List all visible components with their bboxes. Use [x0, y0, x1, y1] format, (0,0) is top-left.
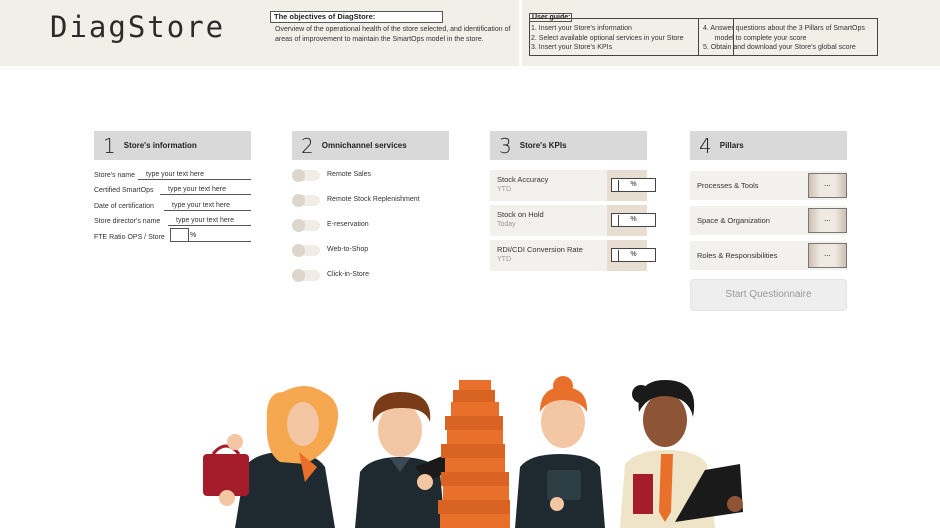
kpi-period: YTD [497, 256, 511, 263]
fte-ratio-row: FTE Ratio OPS / Store % [94, 228, 252, 244]
guide-step: 4. Answer questions about the 3 Pillars … [703, 25, 865, 32]
kpi-field-bg: % [607, 205, 656, 236]
service-toggle-click-in-store[interactable]: Click-in-Store [292, 269, 442, 283]
staff-person-laptop-icon [620, 380, 743, 528]
toggle-knob [292, 244, 305, 257]
kpi-conversion-rate: RDI/CDI Conversion Rate YTD % [490, 240, 656, 271]
service-label: Click-in-Store [327, 271, 370, 278]
pillar-roles-responsibilities: Roles & Responsibilities ... [690, 241, 847, 270]
certification-date-input[interactable]: type your text here [164, 201, 251, 211]
pillar-space-organization: Space & Organization ... [690, 206, 847, 235]
toggle-knob [292, 219, 305, 232]
staff-person-bag-icon [203, 386, 339, 528]
cursor-bar [618, 215, 619, 226]
toggle-switch[interactable] [292, 244, 320, 257]
kpi-stock-on-hold-input[interactable]: % [611, 213, 656, 227]
section-omnichannel-header: 2 Omnichannel services [292, 131, 449, 160]
service-toggle-remote-sales[interactable]: Remote Sales [292, 169, 442, 183]
store-director-input[interactable]: type your text here [168, 216, 251, 226]
store-name-row: Store's name type your text here [94, 170, 252, 182]
fte-ratio-underline [186, 241, 251, 242]
certified-smartops-row: Certified SmartOps type your text here [94, 185, 252, 197]
guide-step: 1. Insert your Store's information [531, 25, 632, 32]
service-label: Remote Stock Replenishment [327, 196, 420, 203]
kpi-period: Today [497, 221, 516, 228]
section-title: Pillars [719, 141, 744, 150]
toggle-switch[interactable] [292, 169, 320, 182]
cursor-bar [618, 250, 619, 261]
toggle-switch[interactable] [292, 269, 320, 282]
kpi-name: Stock on Hold [497, 210, 544, 219]
pillar-processes-tools-button[interactable]: ... [808, 173, 847, 198]
service-label: Remote Sales [327, 171, 371, 178]
guide-step: 2. Select available optional services in… [531, 34, 684, 42]
header-divider [519, 0, 522, 66]
app-logo: DiagStore [50, 10, 226, 44]
kpi-unit: % [630, 181, 637, 188]
fte-ratio-unit: % [190, 232, 197, 239]
section-number: 1 [103, 133, 116, 158]
guide-step: model to complete your score [703, 34, 807, 42]
service-toggle-e-reservation[interactable]: E-reservation [292, 219, 442, 233]
section-title: Store's KPIs [519, 141, 567, 150]
certified-smartops-input[interactable]: type your text here [160, 185, 251, 195]
store-director-label: Store director's name [94, 218, 161, 225]
certified-smartops-label: Certified SmartOps [94, 187, 154, 194]
cursor-bar [618, 180, 619, 191]
kpi-conversion-rate-input[interactable]: % [611, 248, 656, 262]
objectives-title: The objectives of DiagStore: [270, 11, 443, 23]
pillar-roles-responsibilities-button[interactable]: ... [808, 243, 847, 268]
section-title: Omnichannel services [321, 141, 407, 150]
kpi-period: YTD [497, 186, 511, 193]
certification-date-label: Date of certification [94, 203, 154, 210]
kpi-field-bg: % [607, 170, 656, 201]
user-guide-steps-right: 4. Answer questions about the 3 Pillars … [703, 24, 877, 53]
kpi-stock-on-hold: Stock on Hold Today % [490, 205, 656, 236]
guide-step: 5. Obtain and download your Store's glob… [703, 44, 856, 51]
service-label: E-reservation [327, 221, 369, 228]
section-title: Store's information [123, 141, 197, 150]
kpi-field-bg: % [607, 240, 656, 271]
section-pillars-header: 4 Pillars [690, 131, 847, 160]
start-questionnaire-button[interactable]: Start Questionnaire [690, 279, 847, 311]
service-toggle-remote-stock-replenishment[interactable]: Remote Stock Replenishment [292, 194, 442, 208]
store-staff-illustration [203, 376, 743, 528]
kpi-name: RDI/CDI Conversion Rate [497, 245, 583, 254]
certification-date-row: Date of certification type your text her… [94, 201, 252, 213]
store-name-label: Store's name [94, 172, 136, 179]
kpi-stock-accuracy-input[interactable]: % [611, 178, 656, 192]
pillar-name: Space & Organization [697, 216, 770, 225]
pillar-processes-tools: Processes & Tools ... [690, 171, 847, 200]
staff-person-tablet-icon [515, 376, 605, 528]
service-toggle-web-to-shop[interactable]: Web-to-Shop [292, 244, 442, 258]
user-guide-steps-left: 1. Insert your Store's information 2. Se… [531, 24, 701, 53]
section-number: 2 [301, 133, 314, 158]
toggle-knob [292, 169, 305, 182]
kpi-unit: % [630, 251, 637, 258]
section-kpis-header: 3 Store's KPIs [490, 131, 647, 160]
section-store-info-header: 1 Store's information [94, 131, 251, 160]
kpi-unit: % [630, 216, 637, 223]
user-guide-title: User guide: [529, 13, 572, 22]
pillar-space-organization-button[interactable]: ... [808, 208, 847, 233]
service-label: Web-to-Shop [327, 246, 369, 253]
objectives-text: Overview of the operational health of th… [275, 26, 511, 43]
toggle-knob [292, 194, 305, 207]
store-director-row: Store director's name type your text her… [94, 216, 252, 228]
store-name-input[interactable]: type your text here [138, 170, 251, 180]
section-number: 3 [499, 133, 512, 158]
toggle-knob [292, 269, 305, 282]
pillar-name: Roles & Responsibilities [697, 251, 778, 260]
guide-step: 3. Insert your Store's KPIs [531, 44, 613, 51]
section-number: 4 [699, 133, 712, 158]
kpi-stock-accuracy: Stock Accuracy YTD % [490, 170, 656, 201]
pillar-name: Processes & Tools [697, 181, 759, 190]
box-stack-icon [438, 380, 510, 528]
fte-ratio-input[interactable] [170, 228, 189, 242]
fte-ratio-label: FTE Ratio OPS / Store [94, 234, 165, 241]
toggle-switch[interactable] [292, 219, 320, 232]
toggle-switch[interactable] [292, 194, 320, 207]
kpi-name: Stock Accuracy [497, 175, 549, 184]
